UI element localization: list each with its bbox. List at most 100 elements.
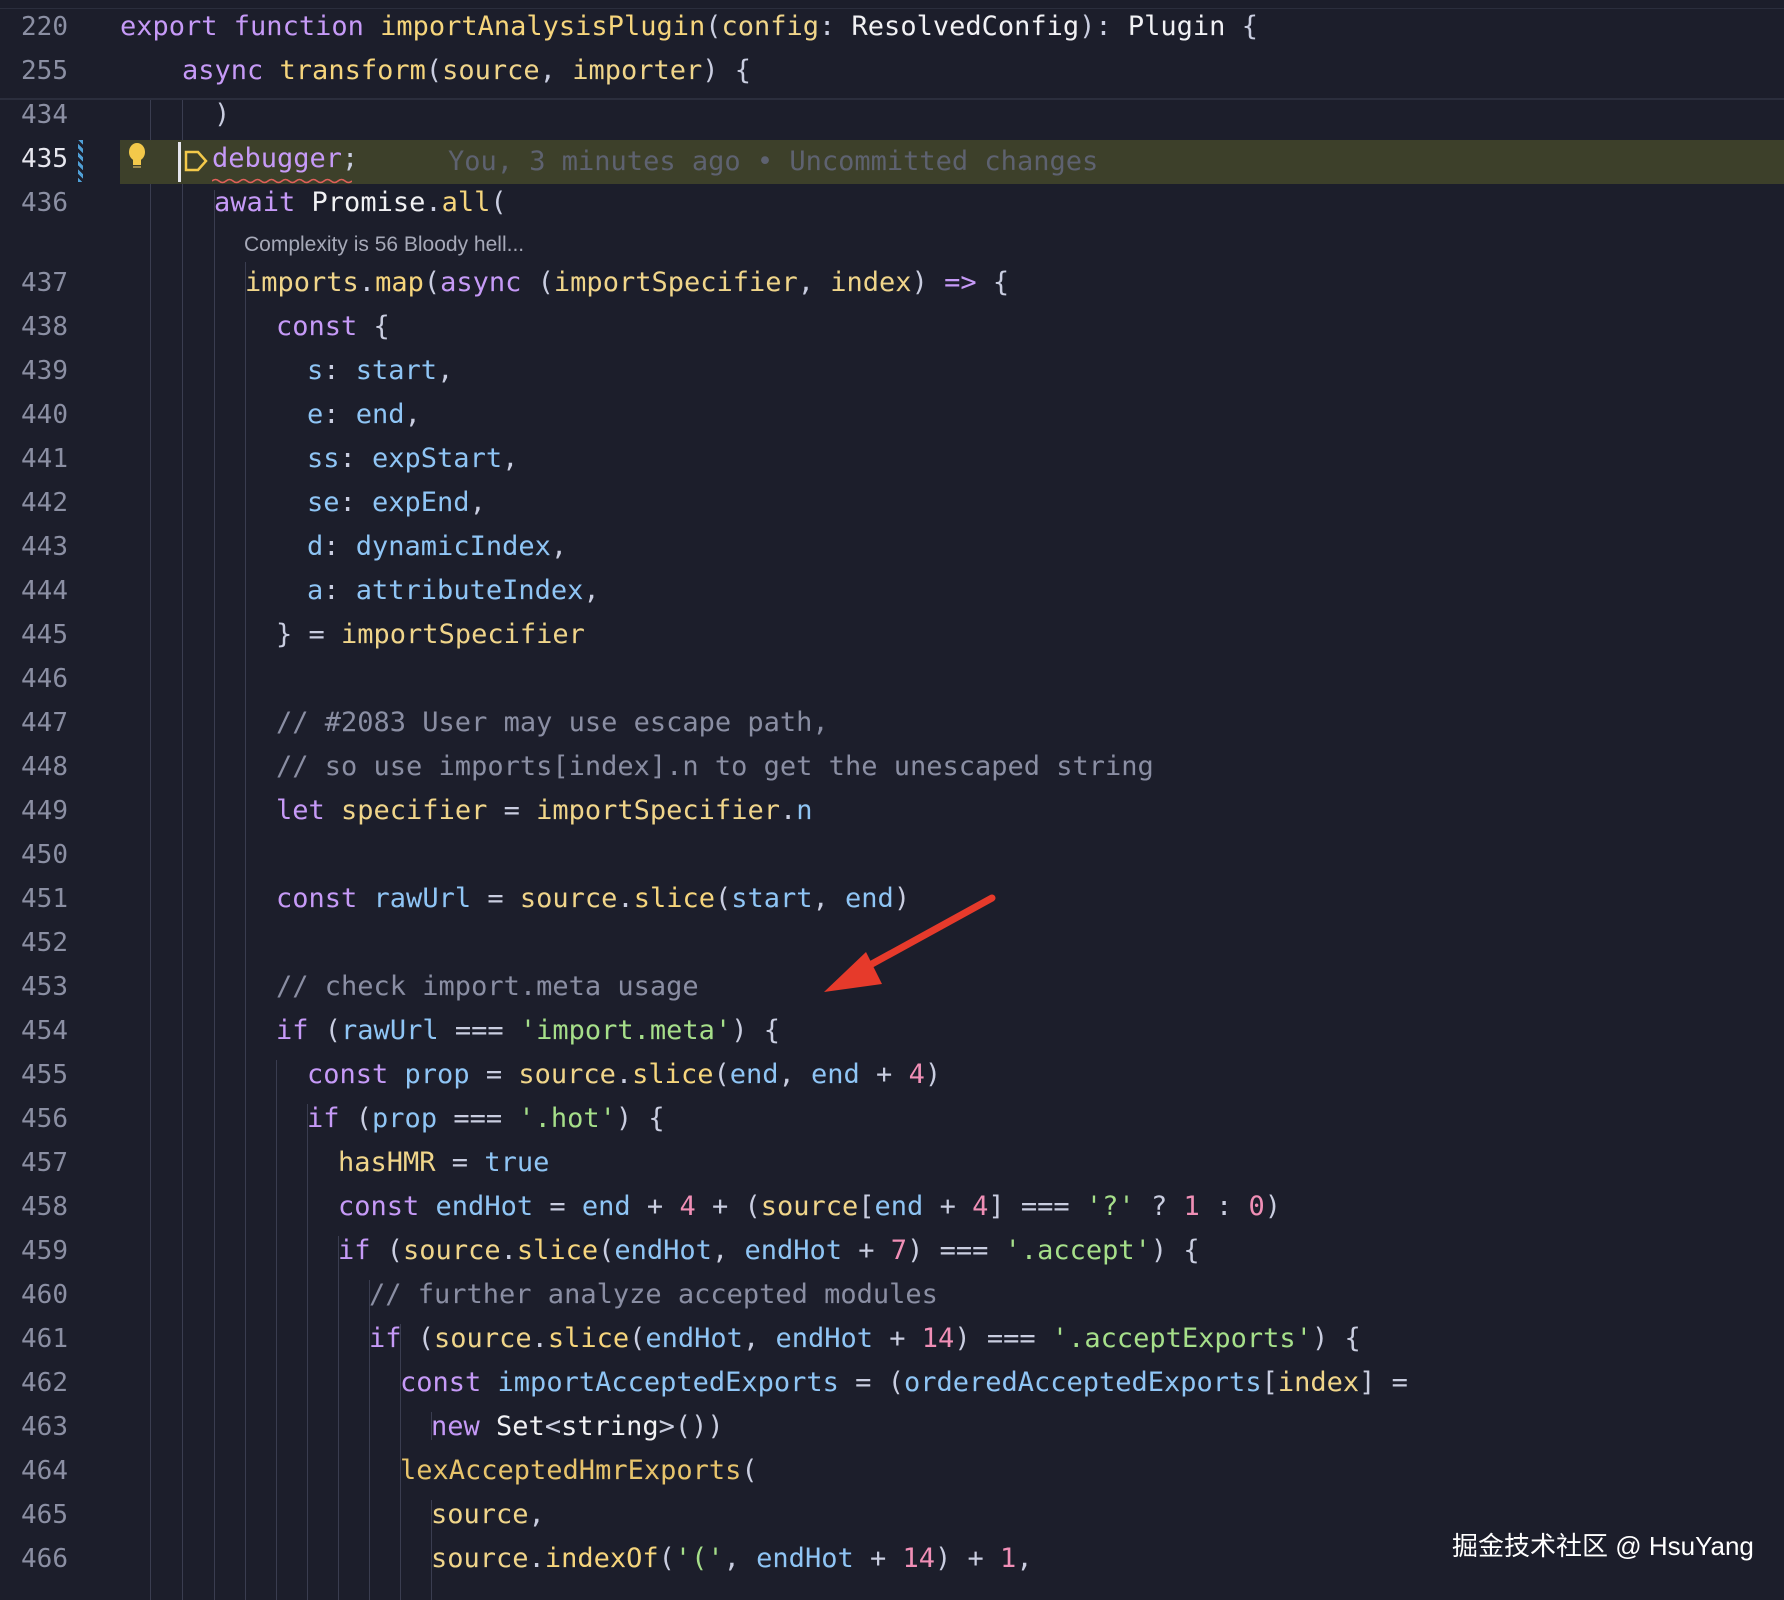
code-line[interactable]: 460 // further analyze accepted modules — [0, 1273, 1784, 1317]
line-number[interactable]: 435 — [0, 144, 68, 174]
line-number[interactable]: 439 — [0, 356, 68, 386]
line-number[interactable]: 461 — [0, 1324, 68, 1354]
line-number[interactable]: 466 — [0, 1544, 68, 1574]
code-line[interactable]: 464 lexAcceptedHmrExports( — [0, 1449, 1784, 1493]
line-number[interactable]: 438 — [0, 312, 68, 342]
code-text[interactable]: lexAcceptedHmrExports( — [400, 1456, 758, 1486]
code-text[interactable]: imports.map(async (importSpecifier, inde… — [245, 268, 1009, 298]
line-number[interactable]: 220 — [0, 12, 68, 42]
code-text[interactable]: debugger; — [212, 144, 358, 174]
code-text[interactable]: new Set<string>()) — [431, 1412, 724, 1442]
code-line[interactable]: 440 e: end, — [0, 393, 1784, 437]
code-line[interactable]: 445 } = importSpecifier — [0, 613, 1784, 657]
line-number[interactable]: 255 — [0, 56, 68, 86]
code-line[interactable]: 444 a: attributeIndex, — [0, 569, 1784, 613]
line-number[interactable]: 444 — [0, 576, 68, 606]
line-number[interactable]: 445 — [0, 620, 68, 650]
code-line[interactable]: 435 debugger; — [0, 137, 1784, 181]
code-editor[interactable]: You, 3 minutes ago • Uncommitted changes… — [0, 0, 1784, 1600]
code-text[interactable]: // so use imports[index].n to get the un… — [276, 752, 1154, 782]
line-number[interactable]: 456 — [0, 1104, 68, 1134]
code-line[interactable]: 450 — [0, 833, 1784, 877]
code-line[interactable]: 220 export function importAnalysisPlugin(… — [0, 5, 1784, 49]
code-line[interactable]: 447 // #2083 User may use escape path, — [0, 701, 1784, 745]
code-line[interactable]: 466 source.indexOf('(', endHot + 14) + 1, — [0, 1537, 1784, 1581]
code-text[interactable]: a: attributeIndex, — [307, 576, 600, 606]
line-number[interactable]: 434 — [0, 100, 68, 130]
line-number[interactable]: 446 — [0, 664, 68, 694]
code-line[interactable]: 255 async transform(source, importer) { — [0, 49, 1784, 93]
code-text[interactable]: hasHMR = true — [338, 1148, 549, 1178]
code-line[interactable]: 453 // check import.meta usage — [0, 965, 1784, 1009]
code-line[interactable]: 454 if (rawUrl === 'import.meta') { — [0, 1009, 1784, 1053]
code-text[interactable]: const rawUrl = source.slice(start, end) — [276, 884, 910, 914]
code-line[interactable]: 448 // so use imports[index].n to get the… — [0, 745, 1784, 789]
line-number[interactable]: 462 — [0, 1368, 68, 1398]
code-text[interactable]: e: end, — [307, 400, 421, 430]
code-text[interactable]: } = importSpecifier — [276, 620, 585, 650]
code-text[interactable]: if (prop === '.hot') { — [307, 1104, 665, 1134]
code-line[interactable]: 461 if (source.slice(endHot, endHot + 14)… — [0, 1317, 1784, 1361]
line-number[interactable]: 452 — [0, 928, 68, 958]
code-text[interactable]: // #2083 User may use escape path, — [276, 708, 829, 738]
line-number[interactable]: 463 — [0, 1412, 68, 1442]
code-text[interactable]: export function importAnalysisPlugin(con… — [120, 12, 1258, 42]
line-number[interactable]: 465 — [0, 1500, 68, 1530]
code-line[interactable]: 455 const prop = source.slice(end, end + … — [0, 1053, 1784, 1097]
code-line[interactable]: 438 const { — [0, 305, 1784, 349]
line-number[interactable]: 457 — [0, 1148, 68, 1178]
line-number[interactable]: 459 — [0, 1236, 68, 1266]
code-line[interactable]: 449 let specifier = importSpecifier.n — [0, 789, 1784, 833]
code-text[interactable]: // further analyze accepted modules — [369, 1280, 938, 1310]
code-line[interactable]: 437 imports.map(async (importSpecifier, i… — [0, 261, 1784, 305]
line-number[interactable]: 451 — [0, 884, 68, 914]
code-text[interactable]: const importAcceptedExports = (orderedAc… — [400, 1368, 1408, 1398]
line-number[interactable]: 437 — [0, 268, 68, 298]
code-line[interactable]: 443 d: dynamicIndex, — [0, 525, 1784, 569]
line-number[interactable]: 453 — [0, 972, 68, 1002]
code-line[interactable]: 465 source, — [0, 1493, 1784, 1537]
code-line[interactable]: 452 — [0, 921, 1784, 965]
code-line[interactable]: 441 ss: expStart, — [0, 437, 1784, 481]
line-number[interactable]: 443 — [0, 532, 68, 562]
line-number[interactable]: 440 — [0, 400, 68, 430]
code-line[interactable]: 446 — [0, 657, 1784, 701]
code-text[interactable]: async transform(source, importer) { — [182, 56, 751, 86]
code-line[interactable]: 457 hasHMR = true — [0, 1141, 1784, 1185]
code-line[interactable]: 456 if (prop === '.hot') { — [0, 1097, 1784, 1141]
code-text[interactable]: ss: expStart, — [307, 444, 518, 474]
code-line[interactable]: 463 new Set<string>()) — [0, 1405, 1784, 1449]
line-number[interactable]: 454 — [0, 1016, 68, 1046]
line-number[interactable]: 464 — [0, 1456, 68, 1486]
code-text[interactable]: se: expEnd, — [307, 488, 486, 518]
code-text[interactable]: source.indexOf('(', endHot + 14) + 1, — [431, 1544, 1033, 1574]
code-text[interactable]: if (source.slice(endHot, endHot + 7) ===… — [338, 1236, 1200, 1266]
code-text[interactable]: s: start, — [307, 356, 453, 386]
line-number[interactable]: 449 — [0, 796, 68, 826]
line-number[interactable]: 441 — [0, 444, 68, 474]
code-line[interactable]: 451 const rawUrl = source.slice(start, en… — [0, 877, 1784, 921]
code-text[interactable]: ) — [214, 100, 230, 130]
code-line[interactable]: 442 se: expEnd, — [0, 481, 1784, 525]
code-text[interactable]: if (rawUrl === 'import.meta') { — [276, 1016, 780, 1046]
code-text[interactable]: await Promise.all( — [214, 188, 507, 218]
code-text[interactable]: // check import.meta usage — [276, 972, 699, 1002]
code-line[interactable]: 439 s: start, — [0, 349, 1784, 393]
code-text[interactable]: const { — [276, 312, 390, 342]
code-line[interactable]: 462 const importAcceptedExports = (ordere… — [0, 1361, 1784, 1405]
code-text[interactable]: d: dynamicIndex, — [307, 532, 567, 562]
code-line[interactable]: 436 await Promise.all( — [0, 181, 1784, 225]
line-number[interactable]: 460 — [0, 1280, 68, 1310]
code-text[interactable]: source, — [431, 1500, 545, 1530]
code-line[interactable]: 458 const endHot = end + 4 + (source[end … — [0, 1185, 1784, 1229]
line-number[interactable]: 447 — [0, 708, 68, 738]
line-number[interactable]: 458 — [0, 1192, 68, 1222]
codelens-complexity[interactable]: Complexity is 56 Bloody hell... — [244, 231, 524, 259]
line-number[interactable]: 442 — [0, 488, 68, 518]
code-text[interactable]: if (source.slice(endHot, endHot + 14) ==… — [369, 1324, 1361, 1354]
code-text[interactable]: let specifier = importSpecifier.n — [276, 796, 813, 826]
code-text[interactable]: const endHot = end + 4 + (source[end + 4… — [338, 1192, 1281, 1222]
line-number[interactable]: 450 — [0, 840, 68, 870]
line-number[interactable]: 455 — [0, 1060, 68, 1090]
code-line[interactable]: 459 if (source.slice(endHot, endHot + 7) … — [0, 1229, 1784, 1273]
